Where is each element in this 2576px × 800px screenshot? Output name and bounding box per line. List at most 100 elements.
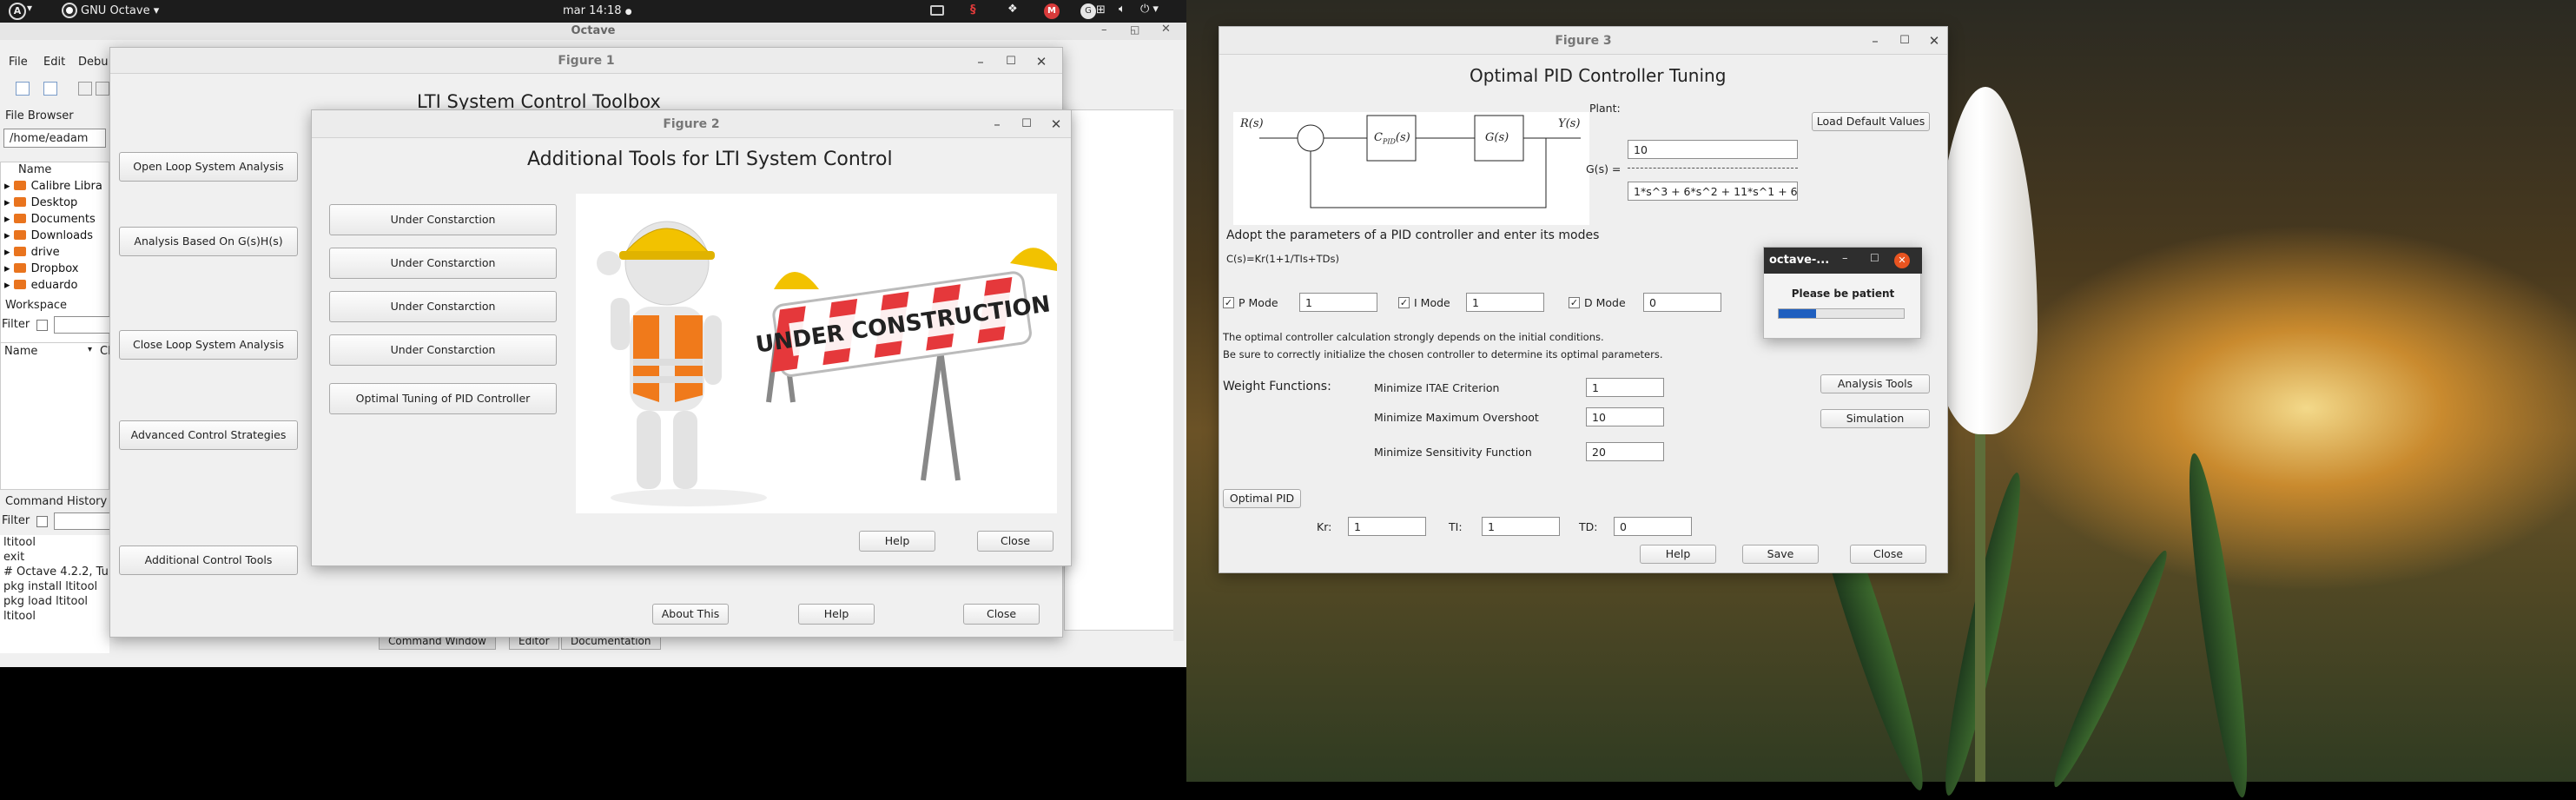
tray-app-icon[interactable]: § [970, 3, 976, 17]
mail-icon[interactable]: M [1044, 3, 1060, 19]
itae-input[interactable]: 1 [1586, 378, 1664, 397]
list-item[interactable]: ltitool [0, 609, 109, 624]
tool-button-4[interactable]: Under Constarction [329, 334, 557, 366]
list-item[interactable]: ▸ Calibre Libra [4, 180, 102, 193]
close-loop-analysis-button[interactable]: Close Loop System Analysis [119, 330, 298, 360]
file-label: eduardo [30, 279, 78, 292]
gs-hs-analysis-button[interactable]: Analysis Based On G(s)H(s) [119, 227, 298, 256]
copy-icon[interactable] [78, 82, 92, 96]
minimize-icon[interactable]: – [1101, 23, 1107, 36]
d-mode-checkbox[interactable]: ✓ [1569, 297, 1580, 308]
volume-icon[interactable]: 🔈︎ [1119, 3, 1126, 16]
list-item[interactable]: ▸ eduardo [4, 279, 77, 292]
history-filter-input[interactable] [54, 512, 111, 530]
i-mode-checkbox[interactable]: ✓ [1398, 297, 1410, 308]
minimize-icon[interactable]: – [1842, 252, 1848, 265]
close-button[interactable]: Close [1850, 545, 1926, 564]
menu-debug[interactable]: Debu [78, 56, 109, 69]
history-filter-checkbox[interactable] [36, 516, 48, 527]
tool-button-3[interactable]: Under Constarction [329, 291, 557, 322]
maximize-icon[interactable]: ☐ [1890, 27, 1919, 55]
optimal-pid-button[interactable]: Optimal PID [1223, 489, 1301, 508]
close-button[interactable]: Close [977, 531, 1054, 552]
top-panel: A ▾ GNU Octave ▾ mar 14:18 ● § ❖ M G ⊞ 🔈… [0, 0, 1186, 23]
close-icon[interactable]: ✕ [1027, 48, 1056, 76]
maximize-icon[interactable]: ◱ [1130, 23, 1139, 36]
list-item[interactable]: exit [0, 550, 109, 565]
workspace-filter-checkbox[interactable] [36, 320, 48, 331]
folder-icon [13, 247, 26, 256]
wallpaper-stem [1975, 408, 1985, 782]
list-item[interactable]: ▸ Dropbox [4, 262, 78, 275]
new-script-icon[interactable] [16, 82, 30, 96]
minimize-icon[interactable]: – [966, 48, 995, 76]
list-item[interactable]: pkg load ltitool [0, 594, 109, 609]
denominator-field[interactable]: 1*s^3 + 6*s^2 + 11*s^1 + 6 [1628, 182, 1798, 201]
tray-circle-icon[interactable]: G [1080, 3, 1096, 19]
command-window-area[interactable] [1064, 109, 1177, 631]
help-button[interactable]: Help [798, 604, 875, 625]
close-icon[interactable]: ✕ [1041, 110, 1071, 138]
menu-file[interactable]: File [9, 56, 28, 69]
td-output[interactable]: 0 [1614, 517, 1692, 536]
tool-button-2[interactable]: Under Constarction [329, 248, 557, 279]
chevron-down-icon: ▾ [27, 2, 33, 14]
close-icon[interactable]: ✕ [1919, 27, 1949, 55]
activities-icon[interactable]: A [9, 3, 26, 20]
tray-screen-icon[interactable] [930, 5, 944, 16]
kr-output[interactable]: 1 [1348, 517, 1426, 536]
load-default-values-button[interactable]: Load Default Values [1812, 112, 1930, 131]
close-button[interactable]: Close [963, 604, 1040, 625]
d-mode-input[interactable]: 0 [1643, 293, 1721, 312]
workspace-col-name[interactable]: Name [4, 345, 37, 358]
simulation-button[interactable]: Simulation [1820, 409, 1930, 428]
analysis-tools-button[interactable]: Analysis Tools [1820, 374, 1930, 393]
network-icon[interactable]: ⊞ [1096, 3, 1106, 17]
optimal-pid-tuning-button[interactable]: Optimal Tuning of PID Controller [329, 383, 557, 414]
clock[interactable]: mar 14:18 ● [563, 4, 632, 17]
maximize-icon[interactable]: ☐ [1870, 252, 1879, 264]
path-field[interactable]: /home/eadam [3, 129, 106, 148]
save-button[interactable]: Save [1742, 545, 1819, 564]
column-header-name[interactable]: Name [18, 163, 51, 176]
workspace-filter-input[interactable] [54, 316, 111, 334]
app-menu[interactable]: GNU Octave ▾ [81, 4, 159, 17]
tool-button-1[interactable]: Under Constarction [329, 204, 557, 235]
list-item[interactable]: ▸ drive [4, 246, 60, 259]
ti-output[interactable]: 1 [1482, 517, 1560, 536]
td-label: TD: [1579, 520, 1598, 533]
diagram-label-g: G(s) [1485, 131, 1509, 144]
advanced-control-button[interactable]: Advanced Control Strategies [119, 420, 298, 450]
open-loop-analysis-button[interactable]: Open Loop System Analysis [119, 152, 298, 182]
help-button[interactable]: Help [1640, 545, 1716, 564]
help-button[interactable]: Help [859, 531, 935, 552]
menu-edit[interactable]: Edit [43, 56, 65, 69]
additional-control-tools-button[interactable]: Additional Control Tools [119, 545, 298, 575]
overshoot-input[interactable]: 10 [1586, 407, 1664, 426]
list-item[interactable]: ltitool [0, 535, 109, 550]
sensitivity-input[interactable]: 20 [1586, 442, 1664, 461]
p-mode-input[interactable]: 1 [1299, 293, 1377, 312]
power-icon[interactable]: ⏻ ▾ [1140, 3, 1159, 16]
list-item[interactable]: # Octave 4.2.2, Tu [0, 565, 109, 579]
scrollbar[interactable] [1173, 109, 1184, 641]
paste-icon[interactable] [96, 82, 109, 96]
minimize-icon[interactable]: – [1860, 27, 1890, 55]
dropbox-icon[interactable]: ❖ [1007, 3, 1018, 16]
note-initialize: Be sure to correctly initialize the chos… [1223, 348, 1663, 360]
list-item[interactable]: pkg install ltitool [0, 579, 109, 594]
i-mode-input[interactable]: 1 [1466, 293, 1544, 312]
close-icon[interactable]: ✕ [1894, 253, 1910, 268]
maximize-icon[interactable]: ☐ [996, 48, 1026, 76]
numerator-field[interactable]: 10 [1628, 140, 1798, 159]
new-function-icon[interactable] [43, 82, 57, 96]
minimize-icon[interactable]: – [982, 110, 1012, 138]
list-item[interactable]: ▸ Downloads [4, 229, 93, 242]
about-button[interactable]: About This [652, 604, 729, 625]
close-icon[interactable]: ✕ [1161, 23, 1171, 36]
folder-icon [13, 214, 26, 223]
p-mode-checkbox[interactable]: ✓ [1223, 297, 1234, 308]
list-item[interactable]: ▸ Desktop [4, 196, 77, 209]
maximize-icon[interactable]: ☐ [1012, 110, 1041, 138]
list-item[interactable]: ▸ Documents [4, 213, 96, 226]
